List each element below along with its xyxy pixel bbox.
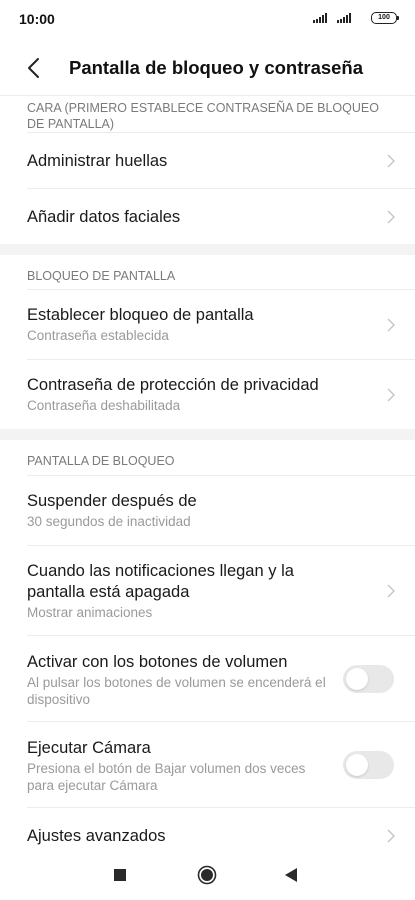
chevron-right-icon [387, 318, 395, 332]
list-item-subtitle: Presiona el botón de Bajar volumen dos v… [27, 761, 306, 793]
back-arrow-icon[interactable] [26, 57, 44, 79]
chevron-right-icon [387, 210, 395, 224]
home-icon[interactable] [197, 865, 217, 885]
list-item-title: Activar con los botones de volumen [27, 653, 288, 671]
list-item-subtitle: Al pulsar los botones de volumen se ence… [27, 675, 326, 707]
list-item-subtitle: Contraseña establecida [27, 328, 169, 343]
list-item-title: Ajustes avanzados [27, 827, 166, 845]
chevron-right-icon [387, 584, 395, 598]
list-item-set-screen-lock[interactable]: Establecer bloqueo de pantalla Contraseñ… [0, 290, 415, 359]
list-item-launch-camera[interactable]: Ejecutar Cámara Presiona el botón de Baj… [0, 722, 415, 807]
status-icons: 100 [313, 12, 399, 24]
list-item-title: Suspender después de [27, 492, 197, 510]
chevron-right-icon [387, 154, 395, 168]
section-header-lock-screen: PANTALLA DE BLOQUEO [27, 454, 175, 468]
list-item-add-face-data[interactable]: Añadir datos faciales [0, 189, 415, 244]
list-item-title: Añadir datos faciales [27, 208, 181, 226]
list-item-subtitle: 30 segundos de inactividad [27, 514, 191, 529]
page-title: Pantalla de bloqueo y contraseña [69, 57, 364, 78]
list-item-title: Cuando las notificaciones llegan y la pa… [27, 562, 294, 601]
section-header-screen-lock: BLOQUEO DE PANTALLA [27, 269, 176, 283]
list-item-wake-volume-buttons[interactable]: Activar con los botones de volumen Al pu… [0, 636, 415, 721]
recents-icon[interactable] [113, 868, 127, 882]
list-item-title: Establecer bloqueo de pantalla [27, 306, 254, 324]
list-item-title: Administrar huellas [27, 152, 168, 170]
status-time: 10:00 [19, 11, 55, 27]
signal-icon [337, 13, 351, 23]
list-item-title: Ejecutar Cámara [27, 739, 151, 757]
chevron-right-icon [387, 388, 395, 402]
toggle-switch[interactable] [343, 665, 394, 693]
list-item-privacy-password[interactable]: Contraseña de protección de privacidad C… [0, 360, 415, 429]
battery-icon: 100 [371, 12, 399, 24]
app-header: Pantalla de bloqueo y contraseña [0, 44, 415, 92]
list-item-manage-fingerprints[interactable]: Administrar huellas [0, 133, 415, 188]
list-item-subtitle: Mostrar animaciones [27, 605, 153, 620]
signal-icon [313, 13, 327, 23]
settings-list: CARA (PRIMERO ESTABLECE CONTRASEÑA DE BL… [0, 95, 415, 858]
back-icon[interactable] [284, 867, 298, 883]
list-item-subtitle: Contraseña deshabilitada [27, 398, 181, 413]
list-item-title: Contraseña de protección de privacidad [27, 376, 319, 394]
section-header-face: CARA (PRIMERO ESTABLECE CONTRASEÑA DE BL… [27, 101, 379, 131]
status-bar: 10:00 100 [0, 0, 415, 38]
navigation-bar [0, 851, 415, 900]
toggle-switch[interactable] [343, 751, 394, 779]
list-item-sleep-after[interactable]: Suspender después de 30 segundos de inac… [0, 476, 415, 545]
chevron-right-icon [387, 829, 395, 843]
list-item-notification-screen-off[interactable]: Cuando las notificaciones llegan y la pa… [0, 546, 415, 635]
